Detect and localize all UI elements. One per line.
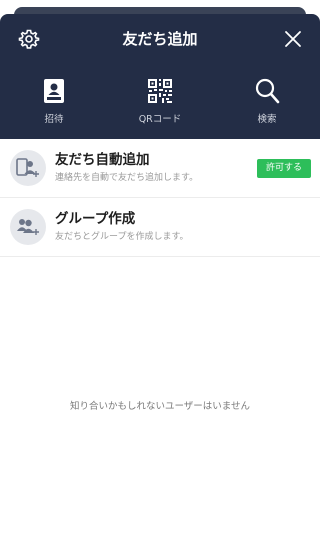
- group-add-icon: [10, 209, 46, 245]
- menu-search-label: 検索: [257, 114, 277, 125]
- close-icon[interactable]: [282, 28, 304, 50]
- create-group-title: グループ作成: [55, 211, 136, 227]
- menu-invite[interactable]: 招待: [14, 77, 94, 133]
- menu-qr-code[interactable]: QRコード: [120, 77, 200, 133]
- auto-add-subtitle: 連絡先を自動で友だち追加します。: [55, 173, 199, 183]
- qr-code-icon: [147, 77, 173, 105]
- create-group-subtitle: 友だちとグループを作成します。: [55, 232, 189, 242]
- empty-recommendations-message: 知り合いかもしれないユーザーはいません: [69, 401, 251, 412]
- search-icon: [254, 77, 280, 105]
- allow-button[interactable]: 許可する: [257, 159, 311, 178]
- page-title: 友だち追加: [122, 30, 198, 48]
- list-item-auto-add[interactable]: 友だち自動追加 連絡先を自動で友だち追加します。 許可する: [0, 139, 320, 198]
- menu-search[interactable]: 検索: [227, 77, 307, 133]
- add-method-menu: 招待 QRコード 検索: [0, 77, 320, 133]
- menu-invite-label: 招待: [44, 114, 64, 125]
- header: 友だち追加 招待 QRコード 検索: [0, 14, 320, 139]
- menu-qr-code-label: QRコード: [138, 114, 182, 125]
- auto-add-title: 友だち自動追加: [55, 152, 150, 168]
- phone-friends-icon: [10, 150, 46, 186]
- address-book-icon: [41, 77, 67, 105]
- list-item-create-group[interactable]: グループ作成 友だちとグループを作成します。: [0, 198, 320, 257]
- add-friends-screen: 友だち追加 招待 QRコード 検索 友だち自動追加 連絡先を自動で友だち追加しま…: [0, 0, 320, 550]
